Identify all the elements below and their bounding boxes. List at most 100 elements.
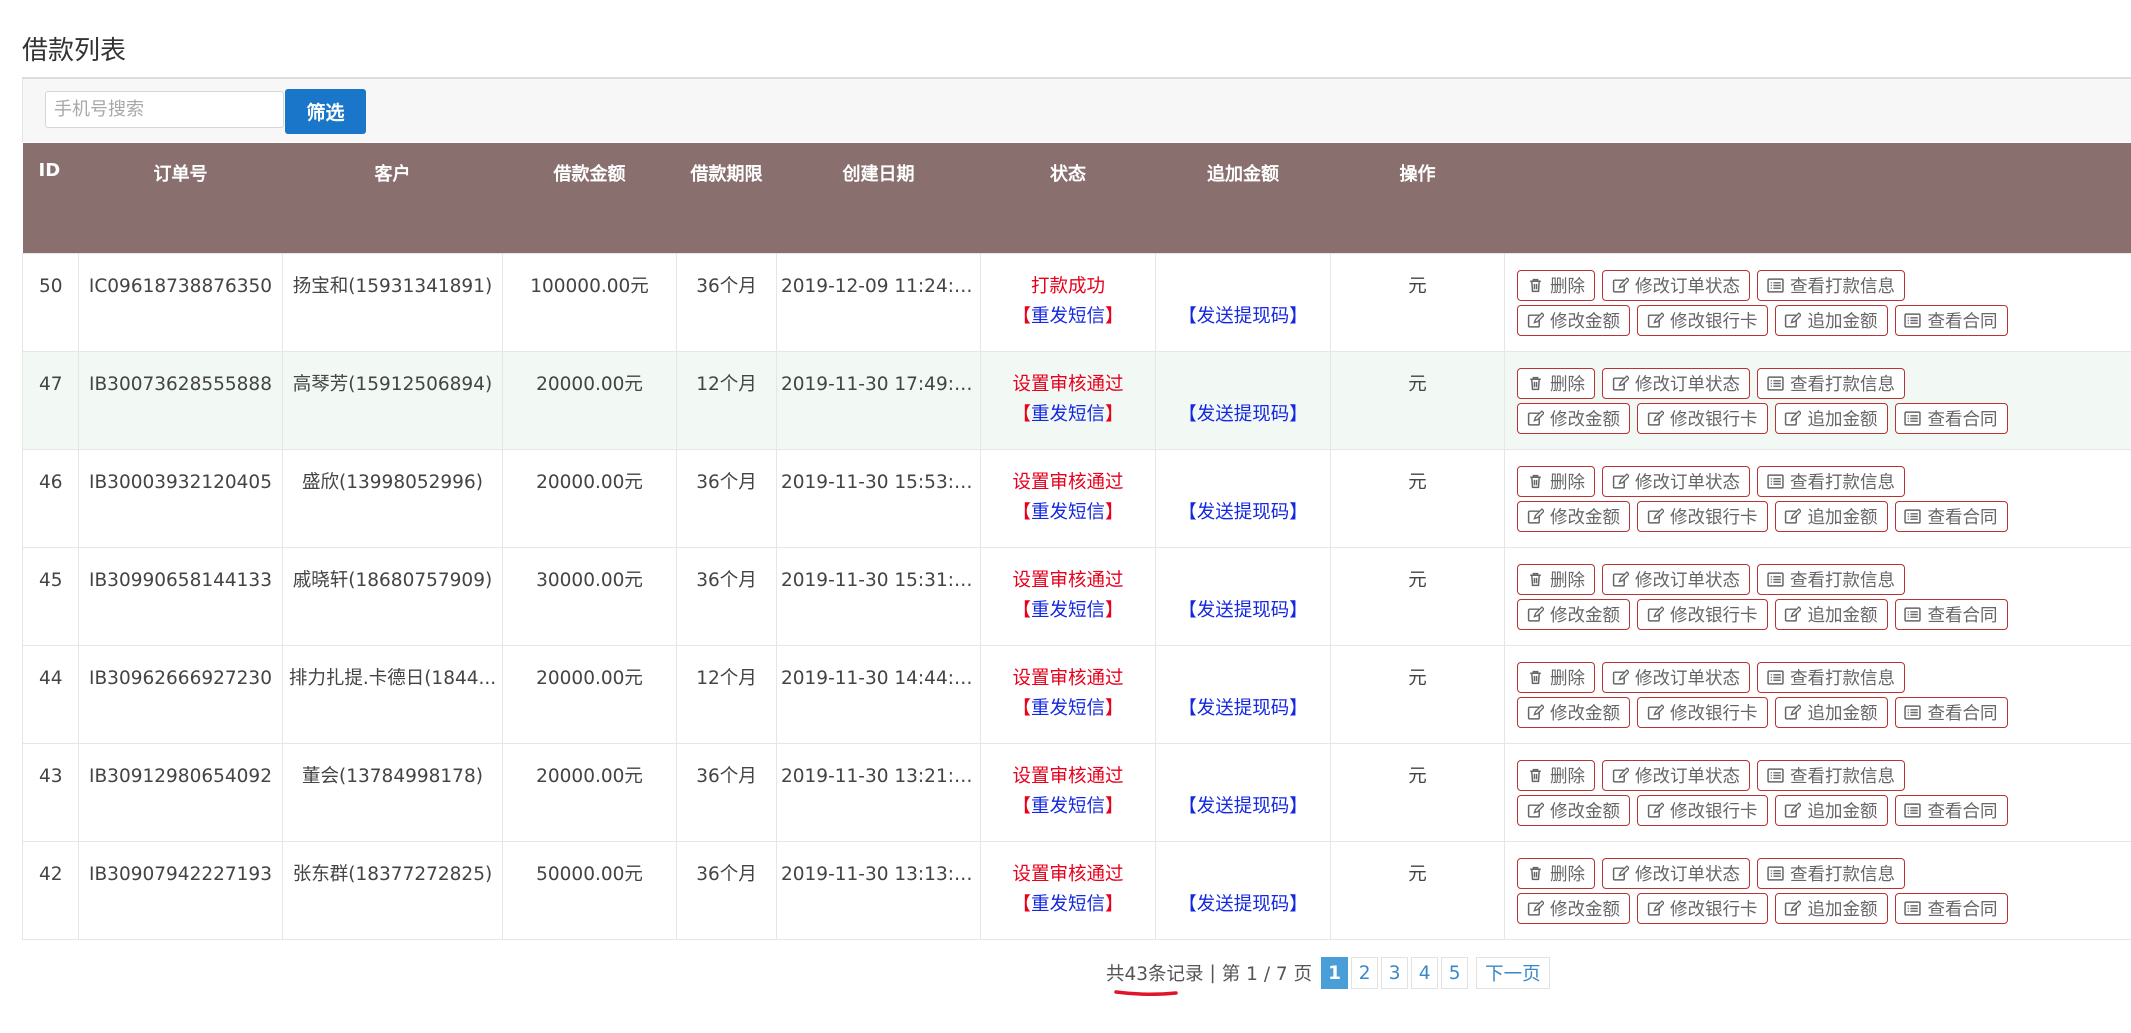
operation-button[interactable]: 追加金额 <box>1774 403 1888 434</box>
operation-button-row: 删除 修改订单状态 查看打款信息 <box>1517 270 2131 303</box>
operation-button[interactable]: 查看合同 <box>1894 305 2008 336</box>
operation-button[interactable]: 修改订单状态 <box>1602 466 1750 497</box>
resend-sms-link[interactable]: 【重发短信】 <box>985 596 1151 626</box>
operation-button[interactable]: 修改银行卡 <box>1637 893 1768 924</box>
operation-button[interactable]: 修改金额 <box>1517 403 1630 434</box>
bracket-open: 【 <box>1012 796 1031 817</box>
operation-button[interactable]: 修改订单状态 <box>1602 858 1750 889</box>
page-button-4[interactable]: 4 <box>1411 957 1439 989</box>
operation-button[interactable]: 修改银行卡 <box>1637 305 1768 336</box>
operation-button[interactable]: 修改金额 <box>1517 795 1630 826</box>
operation-button[interactable]: 追加金额 <box>1774 501 1888 532</box>
filter-button[interactable]: 筛选 <box>285 89 366 134</box>
operation-button[interactable]: 查看合同 <box>1894 599 2008 630</box>
edit-icon <box>1646 410 1664 428</box>
operation-button[interactable]: 追加金额 <box>1774 795 1888 826</box>
next-page-button[interactable]: 下一页 <box>1476 957 1550 989</box>
operation-button[interactable]: 删除 <box>1517 662 1595 693</box>
operation-button[interactable]: 修改金额 <box>1517 501 1630 532</box>
column-header-extra-amount: 追加金额 <box>1155 143 1331 254</box>
list-icon <box>1766 767 1784 785</box>
send-withdraw-code-link[interactable]: 【发送提现码】 <box>1178 600 1308 621</box>
operation-button[interactable]: 追加金额 <box>1774 697 1888 728</box>
operation-button-row: 修改金额 修改银行卡 追加金额 查看合同 <box>1517 893 2131 926</box>
resend-sms-link[interactable]: 【重发短信】 <box>985 498 1151 528</box>
cell-created: 2019-11-30 13:13:14 <box>776 841 981 940</box>
operation-button[interactable]: 删除 <box>1517 760 1595 791</box>
operation-button[interactable]: 查看打款信息 <box>1757 858 1905 889</box>
operation-button[interactable]: 查看合同 <box>1894 893 2008 924</box>
operation-button[interactable]: 修改订单状态 <box>1602 760 1750 791</box>
list-icon <box>1904 704 1922 722</box>
operation-button[interactable]: 删除 <box>1517 858 1595 889</box>
operation-button[interactable]: 追加金额 <box>1774 305 1888 336</box>
bracket-close: 】 <box>1105 404 1124 425</box>
operation-button[interactable]: 修改银行卡 <box>1637 697 1768 728</box>
operation-button[interactable]: 删除 <box>1517 368 1595 399</box>
operation-button[interactable]: 查看打款信息 <box>1757 662 1905 693</box>
page-button-2[interactable]: 2 <box>1351 957 1379 989</box>
operation-button[interactable]: 修改银行卡 <box>1637 599 1768 630</box>
operation-button[interactable]: 修改银行卡 <box>1637 403 1768 434</box>
operation-button[interactable]: 追加金额 <box>1774 893 1888 924</box>
operation-button[interactable]: 查看打款信息 <box>1757 466 1905 497</box>
operation-button[interactable]: 查看打款信息 <box>1757 368 1905 399</box>
operation-button[interactable]: 修改金额 <box>1517 893 1630 924</box>
resend-sms-link[interactable]: 【重发短信】 <box>985 792 1151 822</box>
operation-button[interactable]: 修改订单状态 <box>1602 368 1750 399</box>
send-withdraw-code-link[interactable]: 【发送提现码】 <box>1178 306 1308 327</box>
send-withdraw-code-link[interactable]: 【发送提现码】 <box>1178 796 1308 817</box>
operation-button[interactable]: 查看合同 <box>1894 501 2008 532</box>
operation-button[interactable]: 删除 <box>1517 466 1595 497</box>
operation-button[interactable]: 删除 <box>1517 564 1595 595</box>
operation-button[interactable]: 查看打款信息 <box>1757 270 1905 301</box>
resend-sms-link[interactable]: 【重发短信】 <box>985 302 1151 332</box>
send-withdraw-code-link[interactable]: 【发送提现码】 <box>1178 894 1308 915</box>
cell-send-code: 【发送提现码】 <box>1155 645 1331 744</box>
operation-button[interactable]: 修改订单状态 <box>1602 564 1750 595</box>
operation-button[interactable]: 追加金额 <box>1774 599 1888 630</box>
trash-icon <box>1526 277 1544 295</box>
operation-button[interactable]: 修改订单状态 <box>1602 662 1750 693</box>
operation-button[interactable]: 修改银行卡 <box>1637 795 1768 826</box>
page-info: 第 1 / 7 页 <box>1221 964 1313 985</box>
resend-sms-link[interactable]: 【重发短信】 <box>985 890 1151 920</box>
operation-button[interactable]: 修改金额 <box>1517 697 1630 728</box>
phone-search-input[interactable] <box>45 91 284 128</box>
edit-icon <box>1646 802 1664 820</box>
operation-button[interactable]: 修改金额 <box>1517 599 1630 630</box>
page-button-1[interactable]: 1 <box>1321 957 1349 989</box>
cell-extra-amount: 元 <box>1330 645 1505 744</box>
operation-button[interactable]: 删除 <box>1517 270 1595 301</box>
operation-button-row: 修改金额 修改银行卡 追加金额 查看合同 <box>1517 305 2131 338</box>
resend-sms-link[interactable]: 【重发短信】 <box>985 694 1151 724</box>
operation-button[interactable]: 修改订单状态 <box>1602 270 1750 301</box>
cell-send-code: 【发送提现码】 <box>1155 547 1331 646</box>
column-header-created: 创建日期 <box>776 143 981 254</box>
operation-button[interactable]: 查看合同 <box>1894 403 2008 434</box>
operation-button[interactable]: 查看合同 <box>1894 697 2008 728</box>
operation-button[interactable]: 查看打款信息 <box>1757 564 1905 595</box>
operation-button[interactable]: 查看合同 <box>1894 795 2008 826</box>
send-withdraw-code-link[interactable]: 【发送提现码】 <box>1178 502 1308 523</box>
status-text: 设置审核通过 <box>1012 472 1124 493</box>
trash-icon <box>1526 571 1544 589</box>
status-text: 打款成功 <box>1030 276 1105 297</box>
bracket-open: 【 <box>1012 894 1031 915</box>
cell-status: 设置审核通过 【重发短信】 <box>980 547 1156 646</box>
page-button-3[interactable]: 3 <box>1381 957 1409 989</box>
resend-sms-link[interactable]: 【重发短信】 <box>985 400 1151 430</box>
edit-icon <box>1784 704 1802 722</box>
send-withdraw-code-link[interactable]: 【发送提现码】 <box>1178 698 1308 719</box>
cell-status: 设置审核通过 【重发短信】 <box>980 841 1156 940</box>
send-withdraw-code-link[interactable]: 【发送提现码】 <box>1178 404 1308 425</box>
operation-button-row: 修改金额 修改银行卡 追加金额 查看合同 <box>1517 697 2131 730</box>
page-button-5[interactable]: 5 <box>1441 957 1469 989</box>
trash-icon <box>1526 473 1544 491</box>
list-icon <box>1766 375 1784 393</box>
cell-operations: 删除 修改订单状态 查看打款信息修改金额 修改银行卡 追加金额 查看合同 <box>1504 449 2131 548</box>
operation-button[interactable]: 查看打款信息 <box>1757 760 1905 791</box>
operation-button[interactable]: 修改金额 <box>1517 305 1630 336</box>
operation-button[interactable]: 修改银行卡 <box>1637 501 1768 532</box>
edit-icon <box>1784 606 1802 624</box>
